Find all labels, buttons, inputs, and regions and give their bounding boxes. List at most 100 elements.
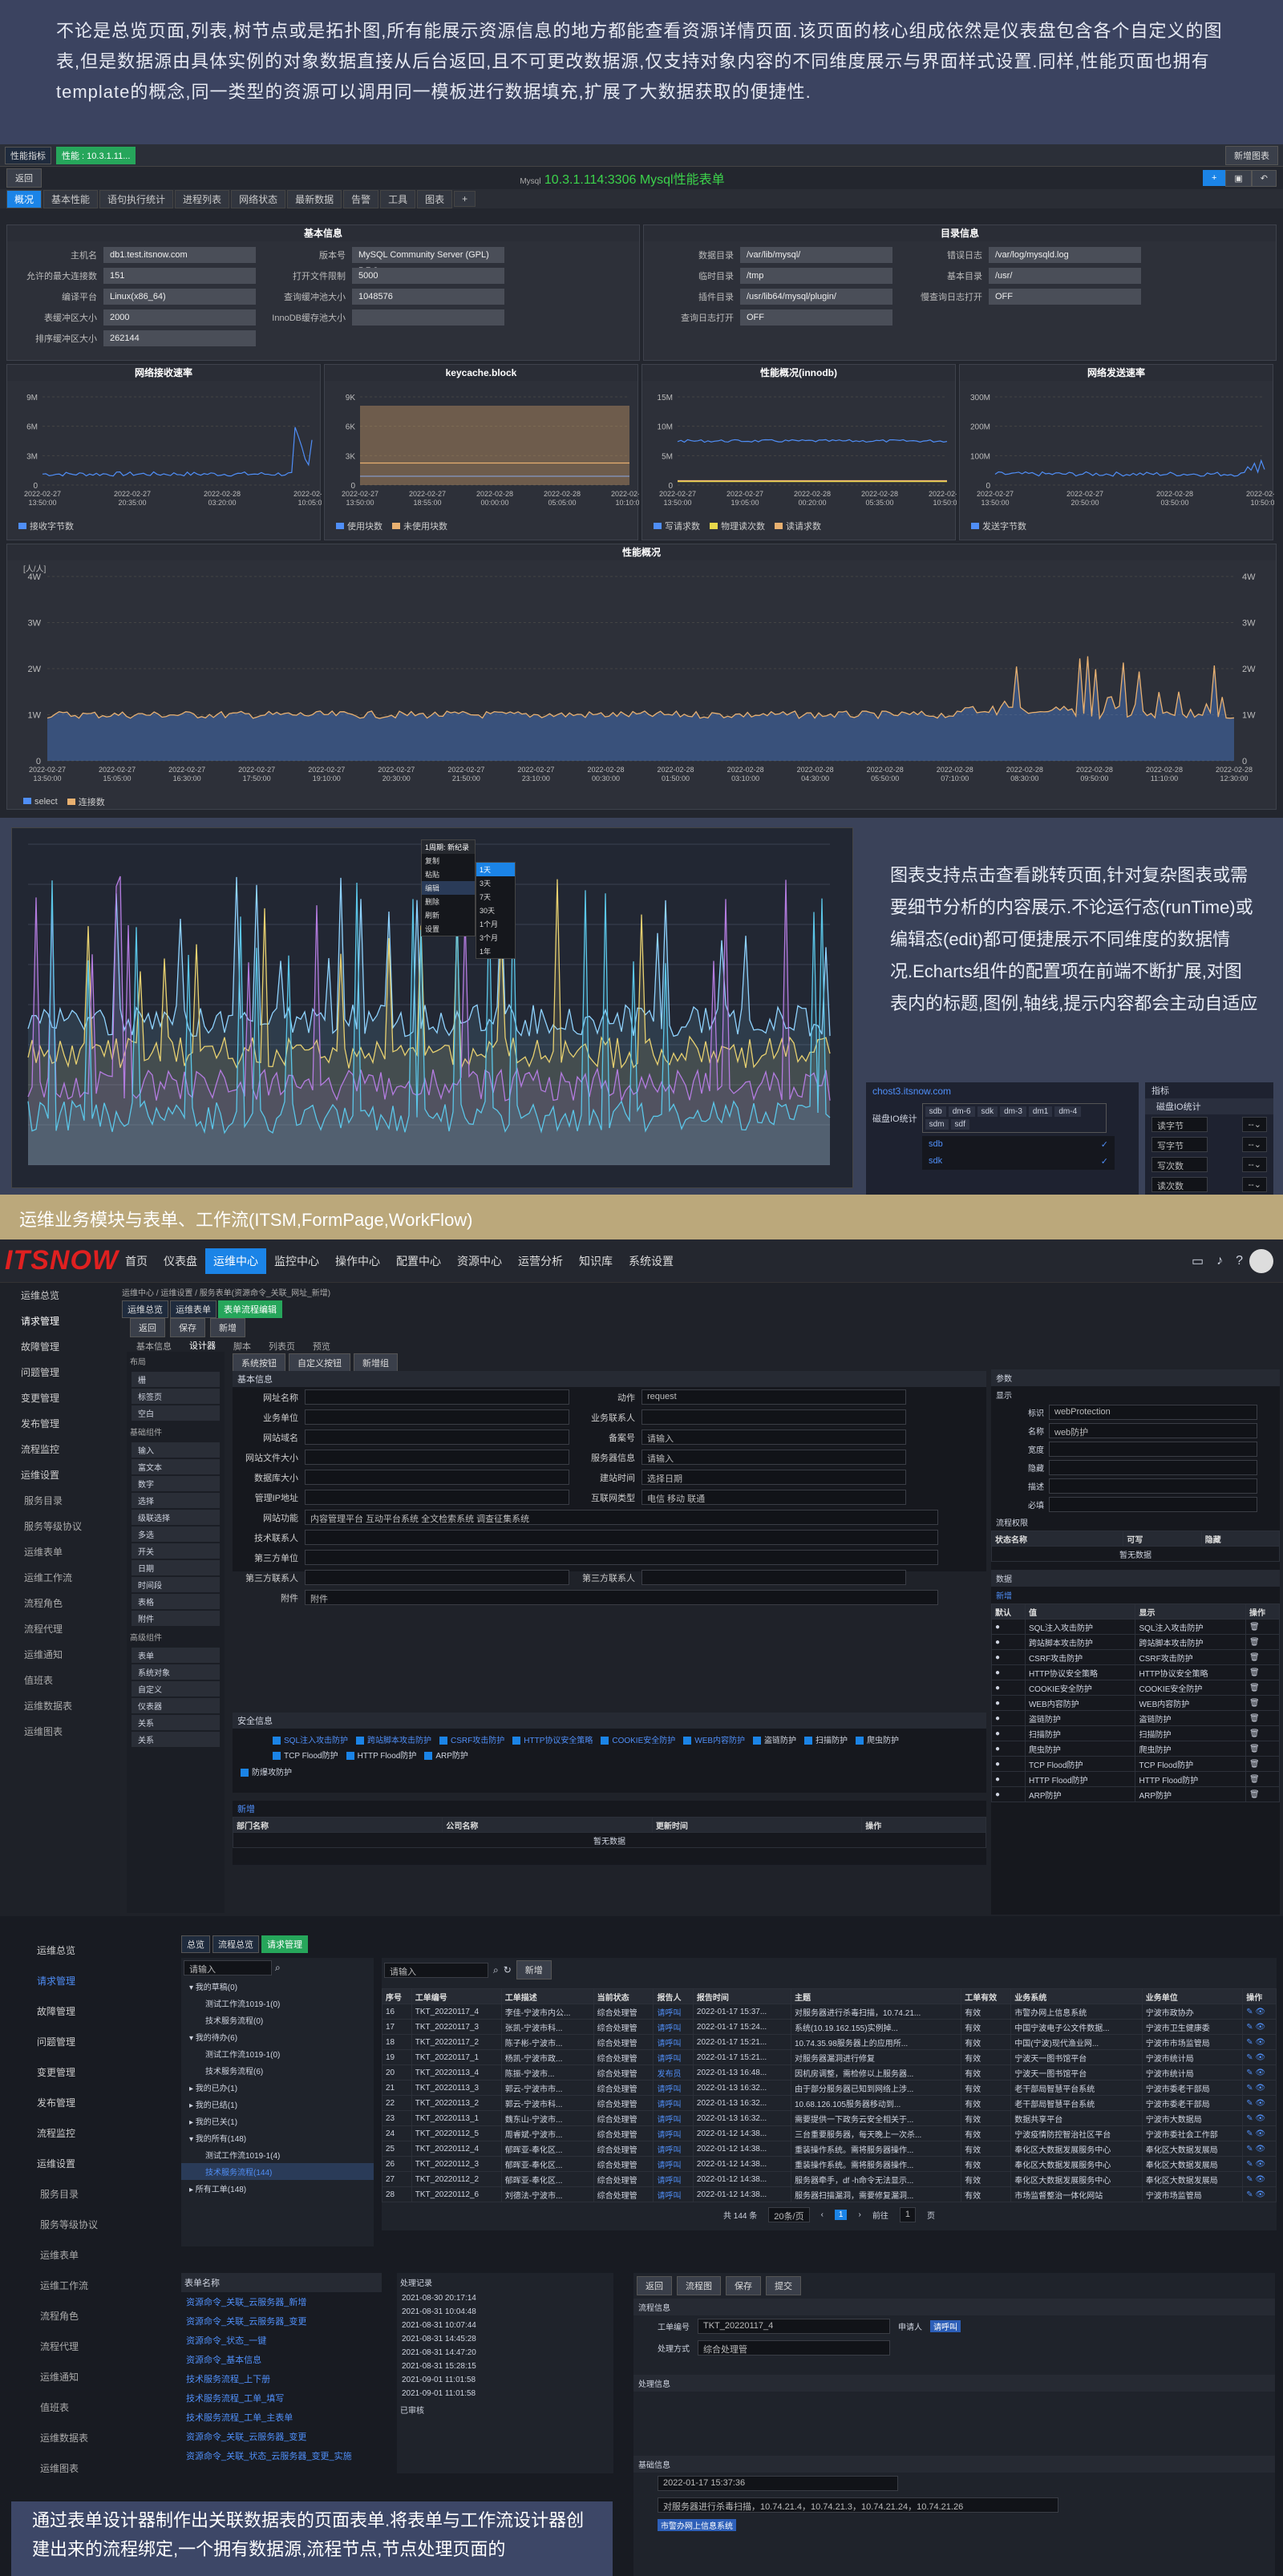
sidebar-item[interactable]: 故障管理 [16,1996,152,2027]
radio[interactable]: ● [991,1725,1026,1741]
subject-field[interactable]: 对服务器进行杀毒扫描，10.74.21.4，10.74.21.3，10.74.2… [658,2497,1058,2513]
sidebar-item[interactable]: 流程角色 [16,2301,152,2331]
legend-item[interactable]: 读请求数 [775,520,821,532]
field-input[interactable] [305,1490,569,1505]
lib-component[interactable]: 关系 [132,1715,220,1730]
menu-item[interactable]: 删除 [422,895,475,908]
trash-icon[interactable]: 🗑 [1245,1786,1280,1802]
row-actions[interactable]: ✎ 👁 [1242,2171,1277,2187]
nav-item[interactable]: 资源中心 [449,1248,510,1274]
tab-4[interactable]: 网络状态 [231,189,286,208]
sidebar-item[interactable]: 问题管理 [16,2027,152,2057]
table-row[interactable]: 25 TKT_20220112_4 郁晖亚-奉化区... 综合处理管 请呼叫 2022-0… [382,2141,1277,2157]
bell-icon[interactable]: ♪ [1210,1254,1229,1268]
nav-item[interactable]: 运维中心 [205,1248,266,1274]
tab-1[interactable]: 基本性能 [43,189,99,208]
disk-tag[interactable]: dm-3 [1000,1106,1026,1117]
field-input[interactable]: 内容管理平台 互动平台系统 全文检索系统 调查征集系统 [305,1510,938,1525]
field-input[interactable] [305,1450,569,1465]
trash-icon[interactable]: 🗑 [1245,1725,1280,1741]
disk-option[interactable]: sdb ✓ [922,1136,1115,1153]
field-input[interactable]: 附件 [305,1590,938,1605]
trash-icon[interactable]: 🗑 [1245,1680,1280,1696]
tab-3[interactable]: 进程列表 [175,189,230,208]
option-value[interactable]: 盗链防护 [1024,1710,1136,1726]
sidebar-item[interactable]: 运维工作流 [16,2271,152,2301]
form-tab[interactable]: 表单流程编辑 [218,1300,282,1318]
field-input[interactable]: request [642,1389,906,1405]
prop-input[interactable] [1049,1478,1257,1494]
sidebar-item[interactable]: 故障管理 [0,1334,120,1360]
table-row[interactable]: 28 TKT_20220112_6 刘德法-宁波市... 综合处理管 请呼叫 2022-0… [382,2186,1277,2202]
form-list-item[interactable]: 资源命令_状态_一键 [181,2331,382,2350]
field-input[interactable] [305,1389,569,1405]
form-tab[interactable]: 运维表单 [170,1300,217,1318]
row-actions[interactable]: ✎ 👁 [1242,2156,1277,2172]
field-input[interactable] [305,1470,569,1485]
row-actions[interactable]: ✎ 👁 [1242,2004,1277,2020]
breadcrumb-item[interactable]: 服务表单(资源命令_关联_网址_新增) [200,1289,330,1298]
menu-item[interactable]: 设置 [422,922,475,936]
ticket-no-field[interactable]: TKT_20220117_4 [698,2319,890,2334]
help-icon[interactable]: ? [1229,1254,1249,1268]
lib-component[interactable]: 多选 [132,1527,220,1542]
submenu-item[interactable]: 30天 [476,904,515,917]
next-page-icon[interactable]: › [858,2210,860,2219]
nav-item[interactable]: 首页 [117,1248,156,1274]
sidebar-item[interactable]: 请求管理 [16,1966,152,1996]
disk-tag[interactable]: sdf [950,1119,969,1130]
legend-item[interactable]: 物理读次数 [710,520,765,532]
field-input[interactable] [305,1409,569,1425]
table-row[interactable]: 26 TKT_20220112_3 郁晖亚-奉化区... 综合处理管 请呼叫 2022-0… [382,2156,1277,2172]
designer-tab[interactable]: 脚本 [225,1338,259,1354]
proc-field[interactable]: 综合处理管 [698,2340,890,2356]
action-button[interactable]: 新增 [210,1318,245,1337]
table-row[interactable]: 17 TKT_20220117_3 张凯-宁波市科... 综合处理管 请呼叫 2022-0… [382,2019,1277,2035]
field-input[interactable]: 选择日期 [642,1470,906,1485]
field-input[interactable] [305,1430,569,1445]
trash-icon[interactable]: 🗑 [1245,1741,1280,1757]
tree-node[interactable]: 测试工作流1019-1(0) [181,2045,374,2062]
security-option[interactable]: HTTP Flood防护 [346,1749,416,1761]
detail-button[interactable]: 提交 [766,2276,801,2295]
sidebar-item[interactable]: 发布管理 [0,1411,120,1437]
small-chart[interactable]: 9K6K3K02022-02-2713:50:002022-02-2718:55… [325,381,648,517]
lib-component[interactable]: 时间段 [132,1577,220,1592]
field-input[interactable] [305,1570,569,1585]
tree-node[interactable]: 测试工作流1019-1(0) [181,1995,374,2012]
tree-node[interactable]: 技术服务流程(6) [181,2062,374,2079]
designer-tab[interactable]: 预览 [305,1338,338,1354]
tree-node[interactable]: 技术服务流程(0) [181,2012,374,2028]
sidebar-item[interactable]: 服务目录 [16,2179,152,2210]
tab-perf-active[interactable]: 性能 : 10.3.1.11... [56,146,136,164]
security-option[interactable]: 盗链防护 [753,1733,796,1745]
sidebar-item[interactable]: 服务目录 [0,1488,120,1514]
radio[interactable]: ● [991,1710,1026,1726]
checkbox[interactable] [804,1737,813,1745]
option-label[interactable]: COOKIE安全防护 [1135,1680,1247,1696]
trash-icon[interactable]: 🗑 [1245,1695,1280,1711]
sidebar-item[interactable]: 服务等级协议 [16,2210,152,2240]
field-input[interactable] [305,1530,938,1545]
sidebar-item[interactable]: 变更管理 [0,1385,120,1411]
table-row[interactable]: 19 TKT_20220117_1 杨凯-宁波市政... 综合处理管 请呼叫 2022-0… [382,2049,1277,2065]
disk-tag[interactable]: sdm [925,1119,949,1130]
tab-6[interactable]: 告警 [343,189,379,208]
submenu-item[interactable]: 1个月 [476,917,515,931]
ticket-search-input[interactable]: 请输入 [384,1962,488,1978]
page-size-select[interactable]: 20条/页 [768,2207,810,2222]
prop-input[interactable] [1049,1497,1257,1512]
security-option[interactable]: HTTP协议安全策略 [512,1733,593,1745]
form-tab[interactable]: 运维总览 [122,1300,168,1318]
radio[interactable]: ● [991,1771,1026,1787]
sidebar-item[interactable]: 流程角色 [0,1591,120,1616]
host-label[interactable]: chost3.itsnow.com [866,1082,1139,1100]
big-chart[interactable]: [人/人]4W 4W3W 3W2W 2W1W 1W0 02022-02-2713:50:0… [7,560,1277,793]
designer-tab[interactable]: 列表页 [261,1338,303,1354]
disk-tag[interactable]: dm-4 [1054,1106,1082,1117]
submenu-item[interactable]: 3天 [476,876,515,890]
option-value[interactable]: 跨站脚本攻击防护 [1024,1634,1136,1650]
legend-item[interactable]: select [23,797,58,807]
monitor-icon[interactable]: ▭ [1185,1253,1210,1269]
report-time-field[interactable]: 2022-01-17 15:37:36 [658,2476,898,2491]
